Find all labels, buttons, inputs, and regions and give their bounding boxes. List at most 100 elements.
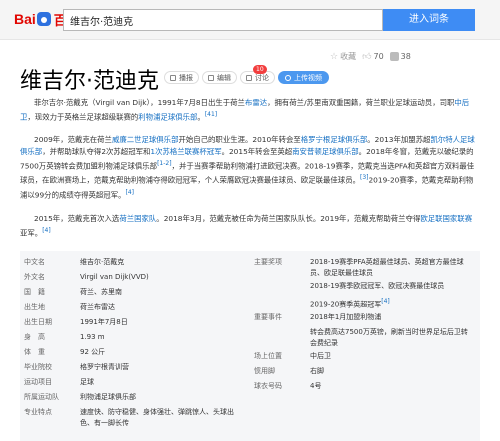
link-netherlands-national-team[interactable]: 荷兰国家队 xyxy=(119,214,156,223)
link-breda[interactable]: 布雷达 xyxy=(245,98,267,107)
p1-text-c: ，现效力于英格兰足球超级联赛的 xyxy=(27,112,139,122)
info-value: 速度快、防守稳健、身体强壮、弹跳惊人、头球出色、有一脚长传 xyxy=(80,407,250,429)
info-citation[interactable]: [4] xyxy=(381,298,390,305)
info-value: 2018-19赛季PFA英超最佳球员、英超官方最佳球员、欧足联最佳球员 xyxy=(310,257,480,279)
star-icon: ☆ xyxy=(330,51,339,62)
info-value: Virgil van Dijk(VVD) xyxy=(80,272,250,285)
link-scottish-league-cup[interactable]: 1次苏格兰联赛杯冠军 xyxy=(150,147,221,156)
top-actions: ☆ 收藏 👍︎ 70 38 xyxy=(330,51,411,62)
p1-text-b: ，拥有荷兰/苏里南双重国籍，荷兰职业足球运动员，司职 xyxy=(267,98,455,107)
info-row: 出生日期 1991年7月8日 xyxy=(20,315,250,330)
info-row: 所属运动队 利物浦足球俱乐部 xyxy=(20,390,250,405)
favorite-label: 收藏 xyxy=(340,52,357,61)
intro-paragraph-1: 菲尔吉尔·范戴克（Virgil van Dijk），1991年7月8日出生于荷兰… xyxy=(20,97,478,123)
info-row: 外文名 Virgil van Dijk(VVD) xyxy=(20,270,250,285)
page-title: 维吉尔·范迪克 xyxy=(20,69,159,94)
info-value-text: 足球 xyxy=(80,378,94,386)
info-value-text: 2019-20赛季英超冠军 xyxy=(310,300,382,309)
pencil-icon xyxy=(208,74,214,81)
info-value-text: 荷兰、苏里南 xyxy=(80,288,122,296)
info-key: 球衣号码 xyxy=(254,382,282,391)
info-value-text: 利物浦足球俱乐部 xyxy=(80,393,136,401)
info-row: 体 重 92 公斤 xyxy=(20,345,250,360)
info-row: 专业特点 速度快、防守稳健、身体强壮、弹跳惊人、头球出色、有一脚长传 xyxy=(20,405,250,429)
info-value: 92 公斤 xyxy=(80,347,250,360)
info-value-text: 2018-19赛季欧冠冠军、欧冠决赛最佳球员 xyxy=(310,282,445,290)
info-value-text: 1991年7月8日 xyxy=(80,318,128,326)
p2-text-a: 2009年，范戴克在荷兰 xyxy=(34,135,112,144)
info-row: 球衣号码 4号 xyxy=(250,379,480,394)
share-icon xyxy=(389,52,399,61)
p2-text-b: 开始自己的职业生涯。2010年转会至 xyxy=(178,135,301,144)
info-key: 国 籍 xyxy=(24,288,45,296)
upload-video-button[interactable]: 上传视频 xyxy=(278,71,329,84)
info-value: 2018年1月加盟利物浦 xyxy=(310,312,480,325)
comment-icon xyxy=(246,74,252,81)
citation-1-2[interactable]: [1-2] xyxy=(157,160,171,167)
upload-label: 上传视频 xyxy=(294,73,322,82)
info-value: 1.93 m xyxy=(80,332,250,345)
favorite-button[interactable]: ☆ 收藏 xyxy=(330,51,356,62)
info-value-text: 转会费高达7500万英镑，刷新当时世界足坛后卫转会费纪录 xyxy=(310,328,468,348)
info-key: 所属运动队 xyxy=(24,393,59,401)
info-key: 毕业院校 xyxy=(24,363,52,371)
info-value-text: 右脚 xyxy=(310,367,324,376)
info-key: 专业特点 xyxy=(24,408,52,416)
info-row: 身 高 1.93 m xyxy=(20,330,250,345)
p3-text-a: 2015年，范戴克首次入选 xyxy=(34,214,120,223)
p1-text-d: 。 xyxy=(197,112,205,122)
search-input[interactable] xyxy=(63,9,383,31)
intro-paragraph-3: 2015年，范戴克首次入选荷兰国家队。2018年3月，范戴克被任命为荷兰国家队队… xyxy=(20,213,478,239)
citation-41[interactable]: [41] xyxy=(205,111,217,118)
info-key: 出生地 xyxy=(24,303,45,311)
edit-button[interactable]: 编辑 xyxy=(202,71,237,84)
info-value[interactable]: 足球 xyxy=(80,377,250,390)
link-liverpool-fc[interactable]: 利物浦足球俱乐部 xyxy=(138,112,197,121)
p1-text-a: 菲尔吉尔·范戴克（Virgil van Dijk），1991年7月8日出生于荷兰 xyxy=(34,98,245,107)
info-key xyxy=(250,281,310,294)
info-row: 中文名 维吉尔·范戴克 xyxy=(20,255,250,270)
info-key xyxy=(250,296,310,310)
thumb-up-icon: 👍︎ xyxy=(362,51,372,62)
like-count: 70 xyxy=(373,52,384,61)
info-row: 出生地 荷兰布雷达 xyxy=(20,300,250,315)
basic-info-box: 中文名 维吉尔·范戴克外文名 Virgil van Dijk(VVD) 国 籍 荷兰、苏… xyxy=(20,251,480,441)
enter-entry-button[interactable]: 进入词条 xyxy=(383,9,475,31)
info-value-text: 维吉尔·范戴克 xyxy=(80,258,125,266)
info-row: 毕业院校 格罗宁根青训营 xyxy=(20,360,250,375)
link-groningen[interactable]: 格罗宁根足球俱乐部 xyxy=(301,135,368,144)
info-key: 外文名 xyxy=(24,273,45,281)
citation-4[interactable]: [4] xyxy=(125,189,134,196)
info-value-text: Virgil van Dijk(VVD) xyxy=(80,273,149,281)
citation-4b[interactable]: [4] xyxy=(42,227,51,234)
info-key: 重要事件 xyxy=(254,313,282,322)
info-value: 利物浦足球俱乐部 xyxy=(80,392,250,405)
info-value: 4号 xyxy=(310,381,480,394)
speaker-icon xyxy=(170,74,176,81)
discuss-button[interactable]: 10 讨论 xyxy=(240,65,275,84)
discuss-count-badge: 10 xyxy=(253,65,267,74)
info-row: 2018-19赛季欧冠冠军、欧冠决赛最佳球员 xyxy=(250,279,480,294)
info-value-text: 2018年1月加盟利物浦 xyxy=(310,313,382,322)
link-uefa-nations-league[interactable]: 欧足联国家联赛 xyxy=(420,214,472,223)
info-row: 2019-20赛季英超冠军[4] xyxy=(250,294,480,310)
info-key: 运动项目 xyxy=(24,378,52,386)
link-southampton[interactable]: 南安普顿足球俱乐部 xyxy=(292,147,359,156)
info-key: 惯用脚 xyxy=(254,367,275,376)
info-column-right: 主要奖项 2018-19赛季PFA英超最佳球员、英超官方最佳球员、欧足联最佳球员 2… xyxy=(250,255,480,394)
info-row: 运动项目 足球 xyxy=(20,375,250,390)
plus-icon xyxy=(285,74,291,81)
info-value: 格罗宁根青训营 xyxy=(80,362,250,375)
info-row: 转会费高达7500万英镑，刷新当时世界足坛后卫转会费纪录 xyxy=(250,325,480,349)
info-value: 维吉尔·范戴克 xyxy=(80,257,250,270)
info-value: 中后卫 xyxy=(310,351,480,364)
play-audio-button[interactable]: 播报 xyxy=(164,71,199,84)
share-button[interactable]: 38 xyxy=(389,52,411,61)
info-row: 惯用脚 右脚 xyxy=(250,364,480,379)
like-button[interactable]: 👍︎ 70 xyxy=(362,52,384,62)
info-value[interactable]: 荷兰、苏里南 xyxy=(80,287,250,300)
link-willem-ii[interactable]: 威廉二世足球俱乐部 xyxy=(112,135,179,144)
discuss-label: 讨论 xyxy=(255,73,269,82)
edit-label: 编辑 xyxy=(217,73,231,82)
info-key: 主要奖项 xyxy=(254,258,282,266)
